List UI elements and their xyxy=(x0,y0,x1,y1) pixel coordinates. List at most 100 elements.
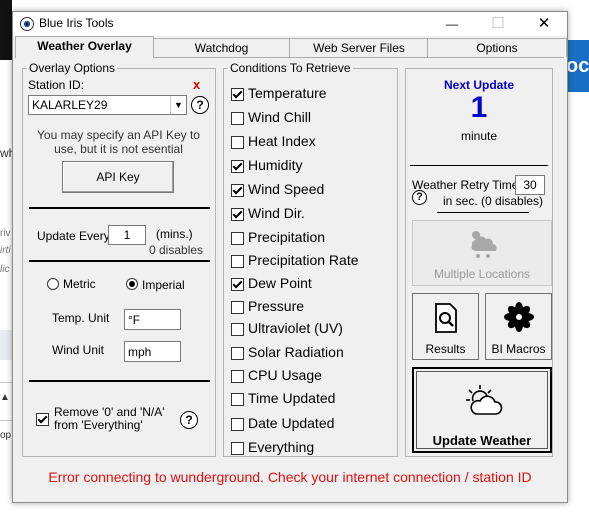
condition-checkbox[interactable] xyxy=(231,208,244,221)
condition-row[interactable]: Precipitation Rate xyxy=(224,252,394,272)
condition-row[interactable]: Wind Speed xyxy=(224,181,394,201)
remove-zero-na-label: Remove '0' and 'N/A' from 'Everything' xyxy=(54,405,165,432)
background-divider xyxy=(0,382,12,383)
api-key-note: You may specify an API Key to use, but i… xyxy=(37,128,200,156)
condition-row[interactable]: Pressure xyxy=(224,298,394,318)
condition-checkbox[interactable] xyxy=(231,88,244,101)
tab-weather-overlay[interactable]: Weather Overlay xyxy=(15,36,154,58)
clear-station-button[interactable]: x xyxy=(193,77,200,92)
api-key-button[interactable]: API Key xyxy=(62,161,174,193)
condition-checkbox[interactable] xyxy=(231,112,244,125)
condition-label: Wind Chill xyxy=(248,109,312,125)
next-update-value: 1 xyxy=(470,91,488,124)
station-help-icon[interactable]: ? xyxy=(191,96,209,114)
multiple-locations-label: Multiple Locations xyxy=(433,267,531,281)
bi-macros-flower-icon xyxy=(504,302,534,332)
temp-unit-label: Temp. Unit xyxy=(52,311,110,325)
condition-checkbox[interactable] xyxy=(231,323,244,336)
multiple-locations-button: Multiple Locations xyxy=(412,220,552,286)
condition-label: Solar Radiation xyxy=(248,344,344,360)
divider xyxy=(410,165,548,166)
condition-row[interactable]: Date Updated xyxy=(224,415,394,435)
condition-checkbox[interactable] xyxy=(231,255,244,268)
remove-help-icon[interactable]: ? xyxy=(180,411,198,429)
condition-row[interactable]: Wind Dir. xyxy=(224,205,394,225)
background-text: op xyxy=(0,430,12,441)
condition-label: Precipitation xyxy=(248,229,326,245)
condition-checkbox[interactable] xyxy=(231,184,244,197)
background-dark-edge xyxy=(0,0,12,60)
condition-checkbox[interactable] xyxy=(231,136,244,149)
chevron-down-icon[interactable]: ▼ xyxy=(170,96,186,114)
tab-web-server-files[interactable]: Web Server Files xyxy=(289,38,429,57)
metric-radio[interactable] xyxy=(47,278,59,290)
condition-checkbox[interactable] xyxy=(231,301,244,314)
update-disable-note: 0 disables xyxy=(149,243,204,257)
minimize-button[interactable]: — xyxy=(429,12,475,36)
temp-unit-input[interactable] xyxy=(124,309,181,330)
condition-row[interactable]: Dew Point xyxy=(224,275,394,295)
results-label: Results xyxy=(425,342,466,356)
condition-checkbox[interactable] xyxy=(231,370,244,383)
condition-checkbox[interactable] xyxy=(231,442,244,455)
update-every-input[interactable] xyxy=(108,225,146,245)
bi-macros-button[interactable]: BI Macros xyxy=(485,293,552,360)
retry-time-unit: in sec. (0 disables) xyxy=(443,194,544,208)
condition-label: Temperature xyxy=(248,85,327,101)
tab-watchdog[interactable]: Watchdog xyxy=(152,38,291,57)
maximize-button: ☐ xyxy=(491,15,505,32)
station-id-select[interactable]: KALARLEY29 ▼ xyxy=(28,95,187,115)
overlay-options-title: Overlay Options xyxy=(27,61,118,75)
update-weather-button[interactable]: Update Weather xyxy=(412,367,552,453)
next-update-unit: minute xyxy=(460,129,498,143)
background-text: ▲ xyxy=(0,392,10,403)
background-divider xyxy=(0,420,12,421)
condition-row[interactable]: Temperature xyxy=(224,85,394,105)
condition-label: Wind Speed xyxy=(248,181,325,197)
divider xyxy=(29,207,210,209)
results-button[interactable]: Results xyxy=(412,293,479,360)
condition-row[interactable]: Humidity xyxy=(224,157,394,177)
condition-row[interactable]: Solar Radiation xyxy=(224,344,394,364)
condition-label: Wind Dir. xyxy=(248,205,305,221)
condition-checkbox[interactable] xyxy=(231,160,244,173)
title-bar[interactable]: Blue Iris Tools — ☐ ✕ xyxy=(13,12,567,36)
wind-unit-label: Wind Unit xyxy=(52,343,105,357)
condition-row[interactable]: Time Updated xyxy=(224,390,394,410)
condition-label: CPU Usage xyxy=(248,367,322,383)
window-title: Blue Iris Tools xyxy=(39,16,114,30)
condition-checkbox[interactable] xyxy=(231,393,244,406)
background-banner-text: oc xyxy=(566,55,589,77)
condition-row[interactable]: CPU Usage xyxy=(224,367,394,387)
background-band xyxy=(0,330,12,360)
condition-row[interactable]: Precipitation xyxy=(224,229,394,249)
wind-unit-input[interactable] xyxy=(124,341,181,362)
background-text: riv xyxy=(0,228,11,239)
next-update-label: Next Update xyxy=(443,78,514,92)
condition-checkbox[interactable] xyxy=(231,232,244,245)
condition-checkbox[interactable] xyxy=(231,278,244,291)
condition-row[interactable]: Wind Chill xyxy=(224,109,394,129)
condition-label: Precipitation Rate xyxy=(248,252,359,268)
retry-time-input[interactable] xyxy=(515,175,545,195)
remove-zero-na-checkbox[interactable] xyxy=(36,413,49,426)
update-every-label: Update Every xyxy=(37,229,110,243)
station-id-label: Station ID: xyxy=(28,78,85,92)
background-blue-banner: oc xyxy=(566,40,589,92)
condition-checkbox[interactable] xyxy=(231,347,244,360)
condition-label: Everything xyxy=(248,439,315,455)
background-text: irti xyxy=(0,245,11,256)
blue-iris-tools-window: Blue Iris Tools — ☐ ✕ Weather Overlay Wa… xyxy=(12,11,568,503)
background-text: wh xyxy=(0,146,12,160)
condition-row[interactable]: Heat Index xyxy=(224,133,394,153)
condition-checkbox[interactable] xyxy=(231,418,244,431)
tab-options[interactable]: Options xyxy=(427,38,567,57)
retry-help-icon[interactable]: ? xyxy=(412,190,427,205)
close-button[interactable]: ✕ xyxy=(521,12,567,36)
condition-row[interactable]: Everything xyxy=(224,439,394,459)
imperial-radio[interactable] xyxy=(126,278,138,290)
divider xyxy=(29,380,210,382)
overlay-options-group: Overlay Options Station ID: x KALARLEY29… xyxy=(22,61,216,457)
condition-row[interactable]: Ultraviolet (UV) xyxy=(224,320,394,340)
divider xyxy=(29,260,210,262)
